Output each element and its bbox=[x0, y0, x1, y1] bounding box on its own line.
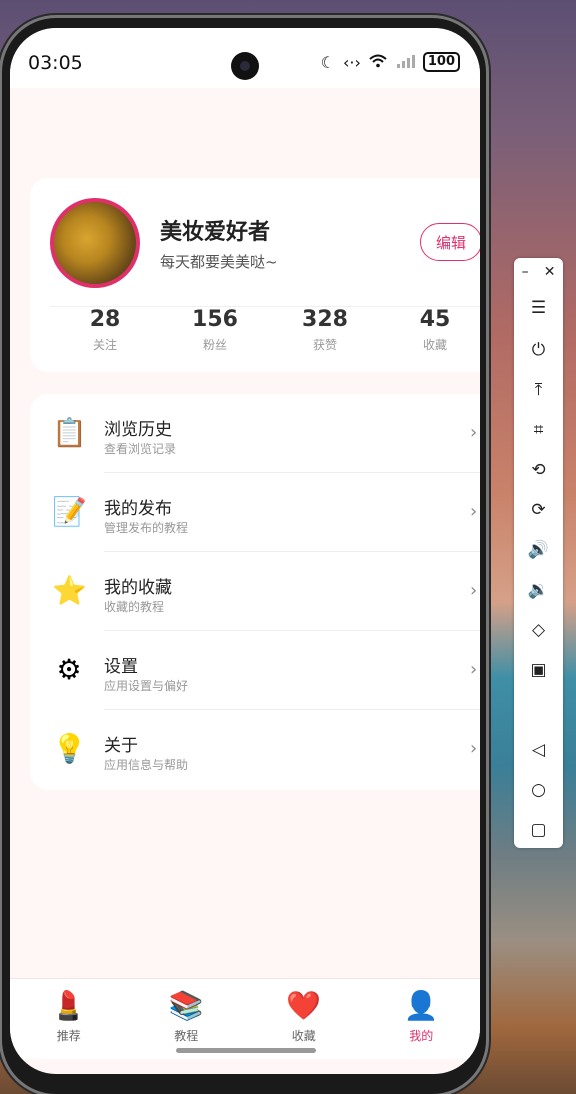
power-icon[interactable]: ⏻ bbox=[514, 336, 563, 364]
memo-icon: 📝 bbox=[52, 495, 87, 528]
home-icon[interactable]: ○ bbox=[514, 776, 563, 804]
emulator-toolbar: – ✕ ☰ ⏻ ⤒ ⌗ ⟲ ⟳ 🔊 🔉 ◇ ▣ ◁ ○ ▢ bbox=[514, 258, 563, 848]
status-icons: ☾ ‹·› 100 bbox=[321, 52, 460, 72]
lipstick-icon: 💄 bbox=[51, 989, 87, 1022]
phone-frame: 03:05 ☾ ‹·› 100 美妆爱好者 每天都要美美哒~ 编辑 28 关注 … bbox=[2, 18, 486, 1094]
lightbulb-icon: 💡 bbox=[52, 732, 87, 765]
status-bar: 03:05 ☾ ‹·› 100 bbox=[10, 28, 480, 88]
menu-item-subtitle: 管理发布的教程 bbox=[104, 521, 189, 535]
heart-icon: ❤️ bbox=[286, 989, 322, 1022]
menu-item-subtitle: 应用设置与偏好 bbox=[104, 679, 189, 693]
menu-item-settings[interactable]: ⚙ 设置 应用设置与偏好 › bbox=[30, 631, 480, 710]
minimize-icon[interactable]: – bbox=[522, 264, 529, 280]
tab-label: 教程 bbox=[174, 1029, 199, 1043]
stat-following[interactable]: 28 关注 bbox=[50, 307, 160, 367]
user-icon: 👤 bbox=[403, 989, 439, 1022]
stat-value: 45 bbox=[419, 307, 451, 332]
crop-icon[interactable]: ⌗ bbox=[514, 416, 563, 444]
data-arrows-icon: ‹·› bbox=[342, 52, 361, 72]
menu-item-title: 我的收藏 bbox=[104, 578, 172, 598]
stat-value: 156 bbox=[192, 307, 238, 332]
chevron-right-icon: › bbox=[470, 422, 478, 443]
menu-card: 📋 浏览历史 查看浏览记录 › 📝 我的发布 管理发布的教程 › ⭐ 我的收藏 … bbox=[30, 394, 480, 790]
menu-item-favorites[interactable]: ⭐ 我的收藏 收藏的教程 › bbox=[30, 552, 480, 631]
tab-recommend[interactable]: 💄 推荐 bbox=[10, 979, 128, 1059]
home-indicator[interactable] bbox=[176, 1048, 316, 1053]
front-camera bbox=[231, 52, 259, 80]
volume-down-icon[interactable]: 🔉 bbox=[514, 576, 563, 604]
close-icon[interactable]: ✕ bbox=[544, 264, 556, 280]
clipboard-icon: 📋 bbox=[52, 416, 87, 449]
tab-favorites[interactable]: ❤️ 收藏 bbox=[245, 979, 363, 1059]
tab-mine[interactable]: 👤 我的 bbox=[363, 979, 481, 1059]
stat-favorites[interactable]: 45 收藏 bbox=[380, 307, 480, 367]
stat-likes[interactable]: 328 获赞 bbox=[270, 307, 380, 367]
signal-icon bbox=[395, 53, 415, 72]
stat-label: 关注 bbox=[92, 338, 117, 352]
stat-label: 获赞 bbox=[312, 338, 337, 352]
moon-icon: ☾ bbox=[320, 52, 335, 72]
upload-icon[interactable]: ⤒ bbox=[514, 376, 563, 404]
gear-icon: ⚙ bbox=[56, 653, 82, 686]
menu-item-subtitle: 收藏的教程 bbox=[104, 600, 165, 614]
screen-rotate-icon[interactable]: ◇ bbox=[514, 616, 563, 644]
chevron-right-icon: › bbox=[470, 659, 478, 680]
menu-item-title: 关于 bbox=[104, 736, 138, 756]
menu-item-title: 浏览历史 bbox=[104, 420, 172, 440]
rotate-alt-icon[interactable]: ⟳ bbox=[514, 496, 563, 524]
recents-icon[interactable]: ▢ bbox=[514, 816, 563, 844]
edit-profile-button[interactable]: 编辑 bbox=[420, 223, 480, 261]
chevron-right-icon: › bbox=[470, 501, 478, 522]
tab-label: 我的 bbox=[409, 1029, 434, 1043]
menu-item-subtitle: 查看浏览记录 bbox=[104, 442, 177, 456]
wifi-icon bbox=[369, 53, 387, 72]
menu-item-subtitle: 应用信息与帮助 bbox=[104, 758, 189, 772]
chevron-right-icon: › bbox=[470, 738, 478, 759]
username: 美妆爱好者 bbox=[160, 220, 271, 245]
stat-followers[interactable]: 156 粉丝 bbox=[160, 307, 270, 367]
volume-up-icon[interactable]: 🔊 bbox=[514, 536, 563, 564]
toolbar-window-controls: – ✕ bbox=[514, 264, 563, 280]
menu-item-title: 设置 bbox=[104, 657, 138, 677]
menu-item-title: 我的发布 bbox=[104, 499, 172, 519]
user-tagline: 每天都要美美哒~ bbox=[160, 253, 278, 271]
screen: 03:05 ☾ ‹·› 100 美妆爱好者 每天都要美美哒~ 编辑 28 关注 … bbox=[10, 28, 480, 1074]
chevron-right-icon: › bbox=[470, 580, 478, 601]
stat-label: 收藏 bbox=[422, 338, 447, 352]
battery-icon: 100 bbox=[422, 52, 460, 72]
stat-label: 粉丝 bbox=[202, 338, 227, 352]
avatar[interactable] bbox=[50, 198, 140, 288]
stat-value: 328 bbox=[302, 307, 348, 332]
menu-item-about[interactable]: 💡 关于 应用信息与帮助 › bbox=[30, 710, 480, 789]
stat-value: 28 bbox=[89, 307, 121, 332]
menu-icon[interactable]: ☰ bbox=[514, 294, 563, 322]
screenshot-icon[interactable]: ▣ bbox=[514, 656, 563, 684]
profile-card: 美妆爱好者 每天都要美美哒~ 编辑 28 关注 156 粉丝 328 获赞 45 bbox=[30, 178, 480, 372]
menu-item-history[interactable]: 📋 浏览历史 查看浏览记录 › bbox=[30, 394, 480, 473]
rotate-icon[interactable]: ⟲ bbox=[514, 456, 563, 484]
menu-item-my-posts[interactable]: 📝 我的发布 管理发布的教程 › bbox=[30, 473, 480, 552]
back-icon[interactable]: ◁ bbox=[514, 736, 563, 764]
tab-tutorials[interactable]: 📚 教程 bbox=[128, 979, 246, 1059]
tab-label: 收藏 bbox=[291, 1029, 316, 1043]
books-icon: 📚 bbox=[168, 989, 204, 1022]
profile-stats: 28 关注 156 粉丝 328 获赞 45 收藏 bbox=[50, 306, 480, 367]
bottom-tab-bar: 💄 推荐 📚 教程 ❤️ 收藏 👤 我的 bbox=[10, 978, 480, 1059]
star-icon: ⭐ bbox=[52, 574, 87, 607]
status-time: 03:05 bbox=[28, 52, 83, 74]
tab-label: 推荐 bbox=[56, 1029, 81, 1043]
